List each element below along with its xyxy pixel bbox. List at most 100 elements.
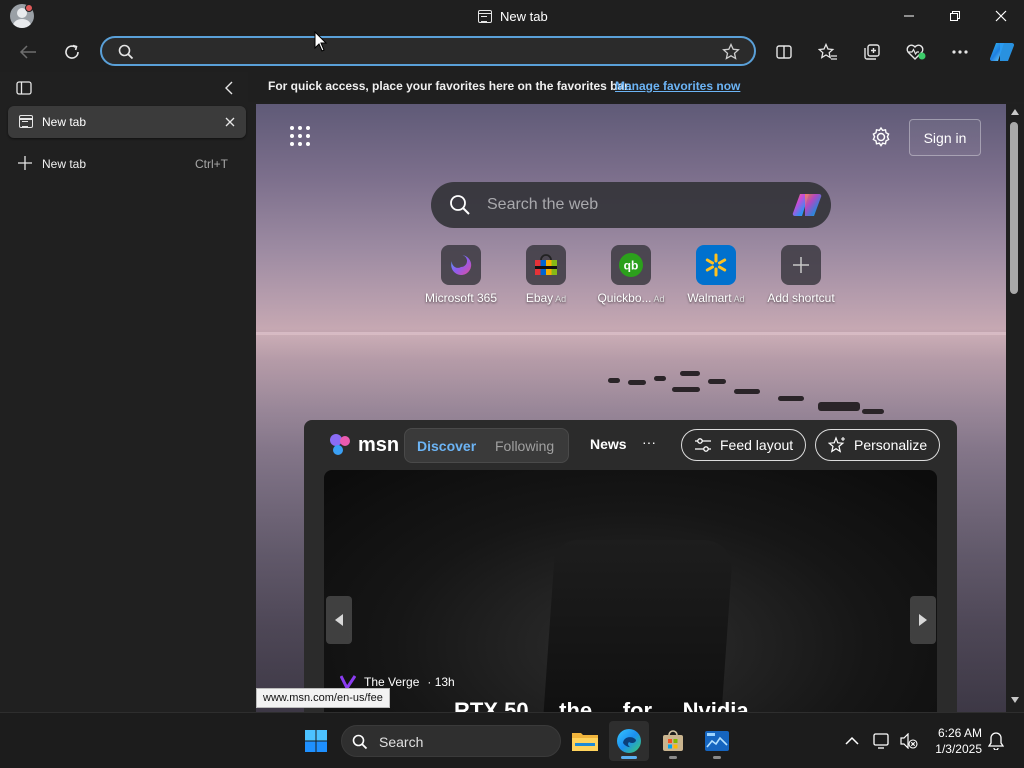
sliders-icon (695, 438, 711, 452)
app-window-icon (705, 731, 729, 751)
favorites-bar: For quick access, place your favorites h… (248, 72, 1024, 102)
back-arrow-icon (19, 45, 36, 59)
settings-and-more-button[interactable] (944, 36, 976, 68)
taskbar-app[interactable] (697, 721, 737, 761)
edge-browser-icon (617, 729, 641, 753)
shortcut-ebay[interactable]: Ebay Ad (506, 245, 586, 307)
page-settings-button[interactable] (870, 126, 892, 148)
carousel-prev-button[interactable] (326, 596, 352, 644)
address-input[interactable] (142, 42, 702, 60)
favorites-star-icon (818, 43, 837, 60)
bell-icon (988, 732, 1004, 750)
copilot-button[interactable] (986, 36, 1018, 68)
browser-essentials-button[interactable] (900, 36, 932, 68)
taskbar-store[interactable] (653, 721, 693, 761)
tab-icon (478, 9, 492, 23)
carousel-next-button[interactable] (910, 596, 936, 644)
tab-news[interactable]: News (590, 436, 627, 452)
scroll-up-arrow-icon[interactable] (1010, 108, 1020, 116)
source-name: The Verge (364, 675, 420, 689)
close-window-button[interactable] (978, 0, 1024, 32)
copilot-search-icon[interactable] (791, 192, 823, 218)
close-tab-icon[interactable] (222, 114, 238, 130)
volume-button[interactable] (894, 721, 924, 761)
plus-icon (18, 156, 32, 170)
shortcut-tile (526, 245, 566, 285)
copilot-icon (989, 42, 1015, 62)
address-bar[interactable] (100, 36, 756, 66)
new-tab-shortcut: Ctrl+T (195, 157, 228, 171)
mouse-cursor-icon (314, 31, 328, 52)
web-search-input[interactable] (487, 194, 777, 216)
tab-new-tab[interactable]: New tab (8, 106, 246, 138)
collapse-pane-chevron-icon[interactable] (223, 81, 235, 95)
background-rock (818, 402, 860, 411)
window-title-text: New tab (500, 8, 548, 24)
feed-layout-label: Feed layout (720, 437, 794, 453)
favorites-button[interactable] (812, 36, 844, 68)
feed-tabs: Discover Following (404, 428, 569, 463)
quickbooks-icon: qb (619, 253, 643, 277)
browser-toolbar (0, 32, 1024, 72)
windows-logo-icon (305, 730, 327, 752)
gear-icon (872, 126, 890, 147)
search-icon (118, 44, 134, 60)
running-indicator (621, 756, 637, 759)
feed-layout-button[interactable]: Feed layout (681, 429, 807, 461)
shortcut-tile (441, 245, 481, 285)
split-screen-icon (776, 45, 792, 59)
page-scrollbar[interactable] (1006, 104, 1024, 712)
tab-actions-icon[interactable] (16, 81, 32, 95)
refresh-button[interactable] (56, 36, 88, 68)
shortcut-quickbooks[interactable]: qb Quickbo... Ad (591, 245, 671, 307)
app-launcher-button[interactable] (290, 126, 310, 146)
taskbar-search-box[interactable]: Search (341, 725, 561, 757)
chevron-up-icon (845, 736, 859, 745)
minimize-button[interactable] (886, 0, 932, 32)
svg-text:qb: qb (624, 259, 639, 273)
msn-logo[interactable]: msn (328, 432, 399, 458)
sparkle-star-icon (828, 436, 845, 453)
msn-logo-text: msn (358, 433, 400, 456)
more-horizontal-icon (952, 50, 968, 54)
tab-discover[interactable]: Discover (417, 438, 476, 454)
manage-favorites-link[interactable]: Manage favorites now (615, 79, 740, 93)
taskbar-edge[interactable] (609, 721, 649, 761)
restore-button[interactable] (932, 0, 978, 32)
personalize-label: Personalize (854, 437, 928, 453)
new-tab-button[interactable]: New tab Ctrl+T (8, 148, 246, 178)
card-headline[interactable]: RTX 50 ... the ... for ... Nvidia (454, 698, 749, 712)
new-tab-label: New tab (42, 157, 87, 171)
network-icon (873, 733, 889, 749)
background-rock (672, 387, 700, 392)
search-icon (352, 734, 368, 750)
split-screen-button[interactable] (768, 36, 800, 68)
shortcut-name: Add shortcut (767, 291, 835, 305)
refresh-icon (65, 44, 79, 59)
add-favorite-star-icon[interactable] (722, 43, 740, 61)
shortcut-name: Walmart Ad (687, 291, 745, 305)
scrollbar-thumb[interactable] (1010, 122, 1018, 294)
web-search-box[interactable] (431, 182, 831, 228)
start-button[interactable] (296, 721, 336, 761)
taskbar-file-explorer[interactable] (565, 721, 605, 761)
tab-following[interactable]: Following (495, 438, 554, 454)
back-button[interactable] (12, 36, 44, 68)
news-carousel-card[interactable]: The Verge · 13h RTX 50 ... the ... for .… (324, 470, 937, 712)
shortcut-walmart[interactable]: Walmart Ad (676, 245, 756, 307)
vertical-tabs-pane: New tab New tab Ctrl+T (0, 72, 248, 712)
personalize-button[interactable]: Personalize (815, 429, 941, 461)
more-tabs-button[interactable]: ··· (642, 434, 656, 450)
sign-in-button[interactable]: Sign in (909, 119, 981, 156)
tab-label: New tab (42, 115, 87, 129)
collections-button[interactable] (856, 36, 888, 68)
shortcut-microsoft-365[interactable]: Microsoft 365 (421, 245, 501, 307)
taskbar-search-label: Search (379, 734, 424, 750)
card-image (542, 540, 734, 712)
add-shortcut-button[interactable]: Add shortcut (761, 245, 841, 307)
notifications-button[interactable] (980, 721, 1012, 761)
title-bar: New tab (0, 0, 1024, 32)
scroll-down-arrow-icon[interactable] (1010, 696, 1020, 704)
source-age: · 13h (427, 675, 455, 689)
taskbar-clock[interactable]: 6:26 AM 1/3/2025 (926, 725, 982, 757)
